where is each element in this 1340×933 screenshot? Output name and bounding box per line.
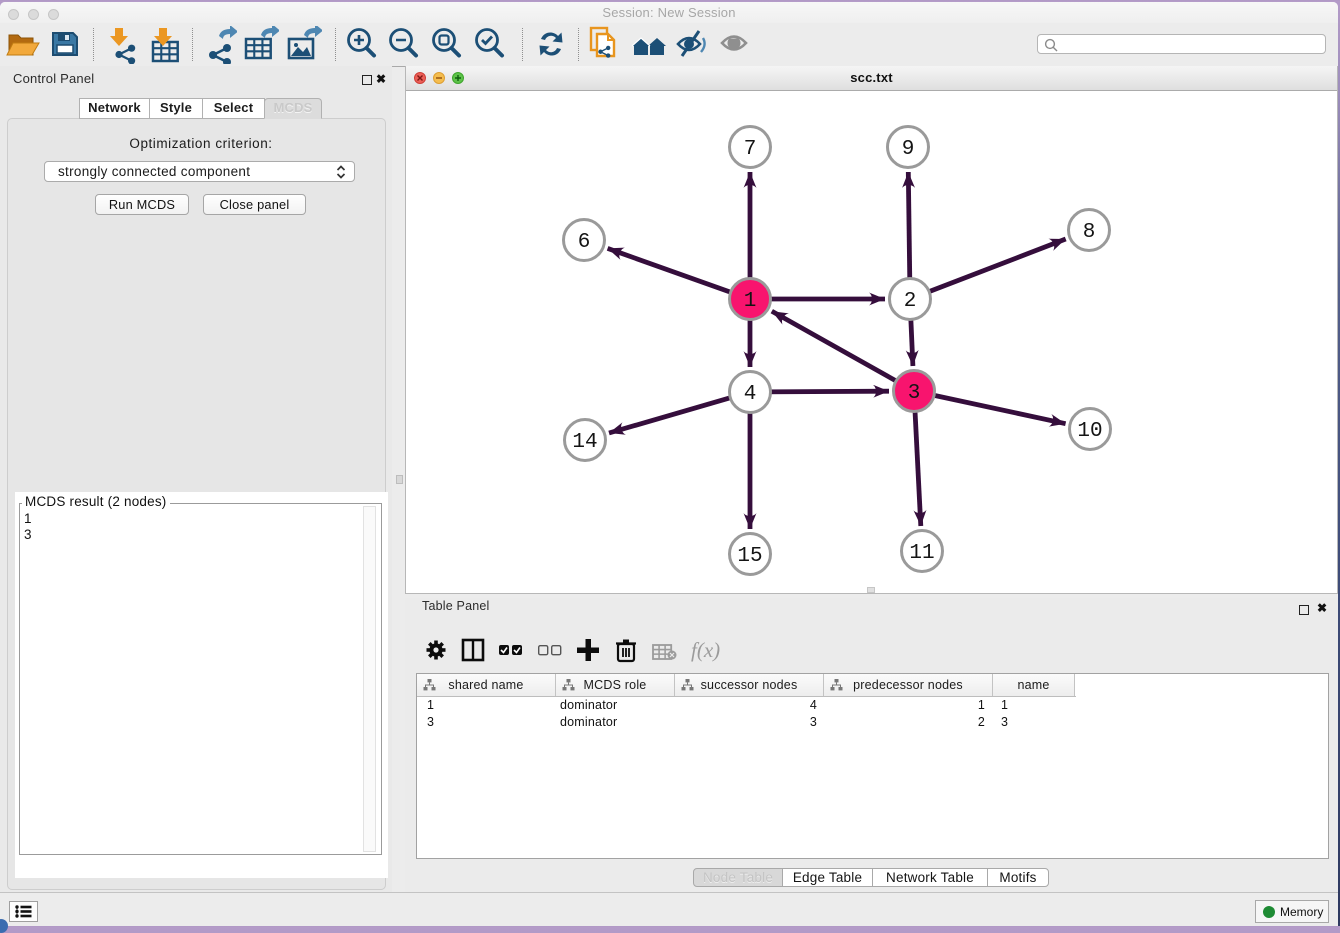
- svg-text:9: 9: [902, 138, 915, 161]
- svg-text:1: 1: [744, 290, 757, 313]
- svg-text:8: 8: [1083, 221, 1096, 244]
- svg-text:10: 10: [1077, 420, 1102, 443]
- svg-text:11: 11: [909, 542, 934, 565]
- svg-text:4: 4: [744, 383, 757, 406]
- svg-text:2: 2: [904, 290, 917, 313]
- svg-text:7: 7: [744, 138, 757, 161]
- svg-text:14: 14: [572, 431, 597, 454]
- svg-text:6: 6: [578, 231, 591, 254]
- svg-text:15: 15: [737, 545, 762, 568]
- svg-text:3: 3: [908, 382, 921, 405]
